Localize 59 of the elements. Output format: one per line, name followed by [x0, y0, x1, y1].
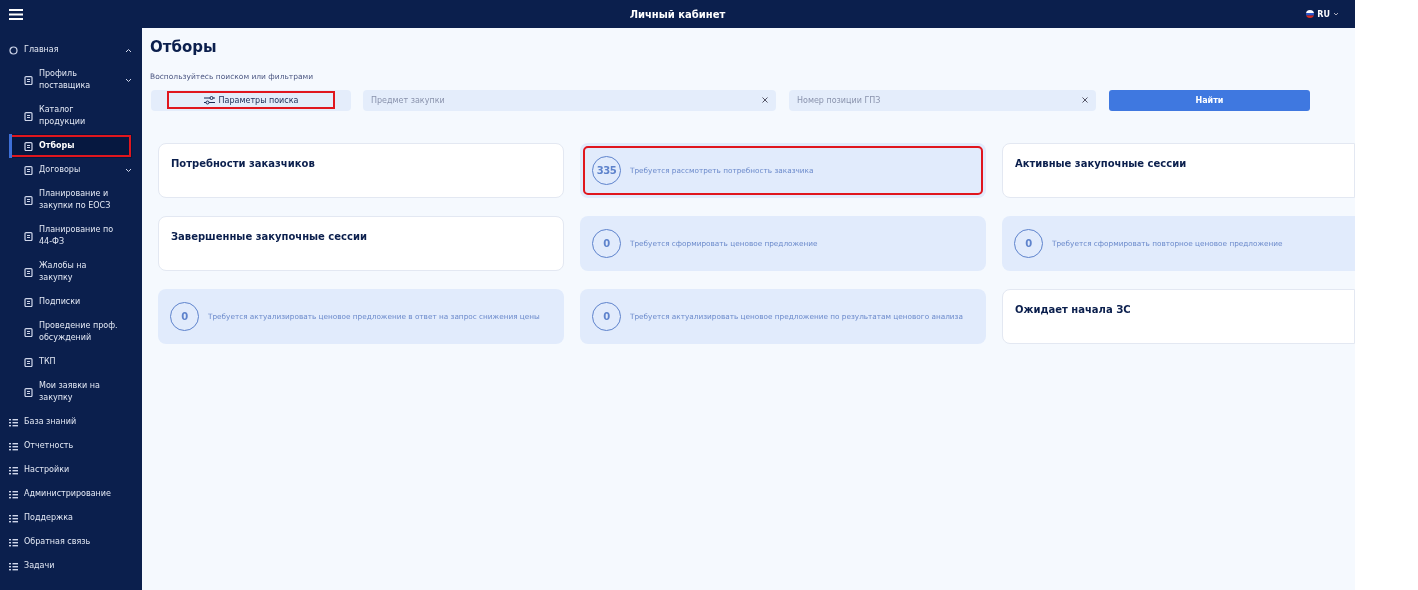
sidebar-item[interactable]: Каталог продукции — [0, 98, 142, 134]
category-card[interactable]: Завершенные закупочные сессии — [158, 216, 564, 271]
list-icon — [9, 537, 18, 547]
card-title: Завершенные закупочные сессии — [171, 231, 367, 242]
document-icon — [24, 165, 33, 175]
sidebar-item[interactable]: ТКП — [0, 350, 142, 374]
document-icon — [24, 297, 33, 307]
card-title: Активные закупочные сессии — [1015, 158, 1187, 169]
sidebar-item[interactable]: Проведение проф. обсуждений — [0, 314, 142, 350]
list-icon — [9, 465, 18, 475]
page-title: Отборы — [150, 38, 218, 58]
sidebar-item[interactable]: Подписки — [0, 290, 142, 314]
list-icon — [9, 513, 18, 523]
input-field[interactable]: Предмет закупки — [363, 89, 776, 111]
sidebar-item[interactable]: Администрирование — [0, 482, 142, 506]
sidebar-item[interactable]: Главная — [0, 38, 142, 62]
input-field[interactable]: Номер позиции ГПЗ — [789, 89, 1096, 111]
sidebar-item[interactable]: Мои заявки на закупку — [0, 374, 142, 410]
flag-icon — [1306, 10, 1315, 18]
sidebar-item[interactable]: Задачи — [0, 554, 142, 578]
document-icon — [24, 387, 33, 397]
document-icon — [24, 195, 33, 205]
document-icon — [24, 141, 33, 151]
sidebar-item[interactable]: Профиль поставщика — [0, 62, 142, 98]
sidebar-item[interactable]: Настройки — [0, 458, 142, 482]
document-icon — [24, 111, 33, 121]
sidebar-item[interactable]: Обратная связь — [0, 530, 142, 554]
document-icon — [24, 357, 33, 367]
card-title: Потребности заказчиков — [171, 158, 315, 169]
sidebar-item[interactable]: Жалобы на закупку — [0, 254, 142, 290]
sidebar-item[interactable]: Планирование и закупки по ЕОСЗ — [0, 182, 142, 218]
header-title: Личный кабинет — [628, 8, 727, 20]
list-icon — [9, 561, 18, 571]
sidebar-item[interactable]: Планирование по 44-ФЗ — [0, 218, 142, 254]
sidebar-item[interactable]: База знаний — [0, 410, 142, 434]
close-icon — [1082, 97, 1088, 103]
category-card[interactable]: Ожидает начала ЗС — [1002, 289, 1355, 344]
sidebar-item[interactable]: Отчетность — [0, 434, 142, 458]
sliders-icon — [203, 95, 215, 105]
menu-icon — [9, 8, 23, 20]
document-icon — [24, 267, 33, 277]
card-title: Ожидает начала ЗС — [1015, 304, 1131, 315]
document-icon — [24, 327, 33, 337]
list-icon — [9, 441, 18, 451]
chevron-down-icon — [1333, 12, 1339, 16]
close-icon — [762, 97, 768, 103]
search-button[interactable]: Найти — [1109, 89, 1310, 111]
sidebar-item[interactable]: Поддержка — [0, 506, 142, 530]
language-selector[interactable]: RU — [1306, 9, 1339, 19]
circle-icon — [9, 45, 18, 55]
category-card[interactable]: Активные закупочные сессии — [1002, 143, 1355, 198]
sidebar-item[interactable]: Отборы — [9, 134, 132, 158]
sidebar-item[interactable]: Договоры — [0, 158, 142, 182]
list-icon — [9, 489, 18, 499]
document-icon — [24, 75, 33, 85]
document-icon — [24, 231, 33, 241]
category-card[interactable]: Потребности заказчиков — [158, 143, 564, 198]
search-params-button[interactable]: Параметры поиска — [167, 91, 335, 109]
list-icon — [9, 417, 18, 427]
